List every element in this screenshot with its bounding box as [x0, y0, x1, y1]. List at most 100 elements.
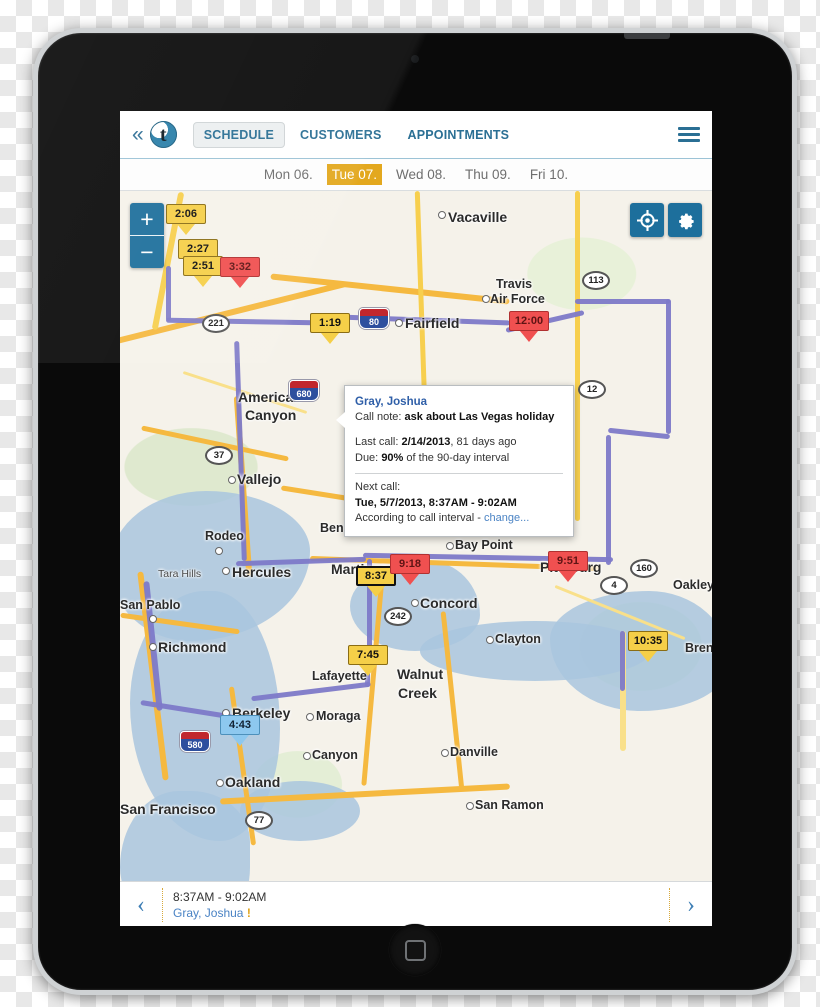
map-place-label: Vallejo: [237, 471, 282, 487]
place-dot: [228, 476, 236, 484]
footer-alert-icon: !: [246, 906, 251, 920]
footer-customer[interactable]: Gray, Joshua !: [173, 905, 669, 921]
map-pin-time: 7:45: [348, 645, 388, 665]
road: [575, 191, 580, 521]
app-header: « SCHEDULE CUSTOMERS APPOINTMENTS: [120, 111, 712, 159]
gear-icon: [678, 213, 694, 229]
footer-time-range: 8:37AM - 9:02AM: [173, 889, 267, 904]
map-pin[interactable]: 4:43: [220, 715, 260, 746]
map-pin-time: 2:51: [183, 256, 223, 276]
map-place-label: Creek: [398, 685, 437, 701]
map-pin-time: 3:32: [220, 257, 260, 277]
map-pin[interactable]: 2:51: [183, 256, 223, 287]
place-dot: [216, 779, 224, 787]
place-dot: [149, 643, 157, 651]
sleep-button[interactable]: [624, 33, 670, 39]
day-fri-10[interactable]: Fri 10.: [525, 164, 573, 185]
map-place-label: Hercules: [232, 564, 292, 580]
route-line: [575, 299, 670, 304]
collapse-chevrons-icon[interactable]: «: [132, 124, 144, 145]
place-dot: [441, 749, 449, 757]
place-dot: [215, 547, 223, 555]
place-dot: [486, 636, 494, 644]
map-place-label: Vacaville: [448, 209, 508, 225]
map-pin[interactable]: 7:45: [348, 645, 388, 676]
tab-customers[interactable]: CUSTOMERS: [289, 122, 392, 148]
day-tue-07[interactable]: Tue 07.: [326, 164, 382, 185]
crosshair-icon: [636, 209, 658, 231]
map-top-controls: [630, 203, 702, 237]
map-place-label: Canyon: [312, 748, 358, 762]
tab-schedule[interactable]: SCHEDULE: [192, 121, 286, 148]
place-dot: [446, 542, 454, 550]
route-line: [666, 299, 671, 434]
map-pin[interactable]: 10:35: [628, 631, 668, 662]
tab-appointments[interactable]: APPOINTMENTS: [397, 122, 521, 148]
popup-call-note: Call note: ask about Las Vegas holiday: [355, 410, 563, 426]
map-pin-tail: [231, 277, 249, 288]
popup-due-rest: of the 90-day interval: [406, 451, 510, 464]
map-pin[interactable]: 3:32: [220, 257, 260, 288]
locate-button[interactable]: [630, 203, 664, 237]
map-pin-time: 9:51: [548, 551, 588, 571]
settings-button[interactable]: [668, 203, 702, 237]
app-logo: [149, 121, 177, 148]
popup-due: Due: 90% of the 90-day interval: [355, 451, 563, 467]
map-place-label: Canyon: [245, 407, 297, 423]
appointment-footer: ‹ 8:37AM - 9:02AM Gray, Joshua ! ›: [120, 881, 712, 926]
popup-customer-name[interactable]: Gray, Joshua: [355, 394, 563, 410]
map-pin-time: 12:00: [509, 311, 549, 331]
highway-shield: 12: [578, 380, 606, 399]
map-pin-tail: [177, 224, 195, 235]
map-place-label: Moraga: [316, 709, 361, 723]
map-place-label: San Ramon: [475, 798, 544, 812]
map-pin[interactable]: 9:18: [390, 554, 430, 585]
map-pin-time: 1:19: [310, 313, 350, 333]
popup-due-label: Due:: [355, 451, 379, 464]
home-button[interactable]: [389, 924, 441, 976]
popup-next-call-label: Next call:: [355, 481, 401, 494]
next-appointment-button[interactable]: ›: [670, 892, 712, 919]
map-canvas[interactable]: Vacaville Travis Air Force Fairfield America…: [120, 191, 712, 881]
highway-shield: 37: [205, 446, 233, 465]
day-thu-09[interactable]: Thu 09.: [460, 164, 516, 185]
tablet-screen: « SCHEDULE CUSTOMERS APPOINTMENTS Mon 06…: [120, 111, 712, 926]
map-pin-time: 9:18: [390, 554, 430, 574]
popup-last-call-date: 2/14/2013: [401, 435, 451, 448]
highway-shield: 580: [180, 731, 210, 752]
hamburger-menu-icon[interactable]: [678, 127, 700, 142]
day-wed-08[interactable]: Wed 08.: [391, 164, 451, 185]
day-mon-06[interactable]: Mon 06.: [259, 164, 318, 185]
popup-interval-note: According to call interval -: [355, 512, 484, 525]
zoom-control: + −: [130, 203, 164, 268]
map-pin-time: 10:35: [628, 631, 668, 651]
map-pin[interactable]: 9:51: [548, 551, 588, 582]
place-dot: [303, 752, 311, 760]
map-pin[interactable]: 12:00: [509, 311, 549, 342]
highway-shield: 4: [600, 576, 628, 595]
map-place-label: Richmond: [158, 639, 227, 655]
highway-shield: 242: [384, 607, 412, 626]
popup-change-link[interactable]: change...: [484, 512, 529, 524]
map-pin-tail: [359, 665, 377, 676]
zoom-in-button[interactable]: +: [130, 203, 164, 236]
page-root: « SCHEDULE CUSTOMERS APPOINTMENTS Mon 06…: [0, 0, 820, 1007]
map-pin[interactable]: 1:19: [310, 313, 350, 344]
place-dot: [306, 713, 314, 721]
map-pin-tail: [194, 276, 212, 287]
popup-last-call-label: Last call:: [355, 435, 399, 448]
map-place-label: San Pablo: [120, 598, 181, 612]
map-place-label: Danville: [450, 745, 498, 759]
map-pin[interactable]: 2:06: [166, 204, 206, 235]
prev-appointment-button[interactable]: ‹: [120, 892, 162, 919]
popup-call-note-label: Call note:: [355, 411, 402, 424]
water-body: [420, 621, 650, 681]
map-pin-tail: [367, 586, 385, 597]
home-square-icon: [404, 939, 426, 961]
place-dot: [438, 211, 446, 219]
zoom-out-button[interactable]: −: [130, 236, 164, 268]
map-place-label: Concord: [420, 595, 478, 611]
map-place-label: Oakley: [673, 578, 712, 592]
footer-appointment[interactable]: 8:37AM - 9:02AM Gray, Joshua !: [162, 888, 670, 922]
map-place-label: Rodeo: [205, 529, 244, 543]
